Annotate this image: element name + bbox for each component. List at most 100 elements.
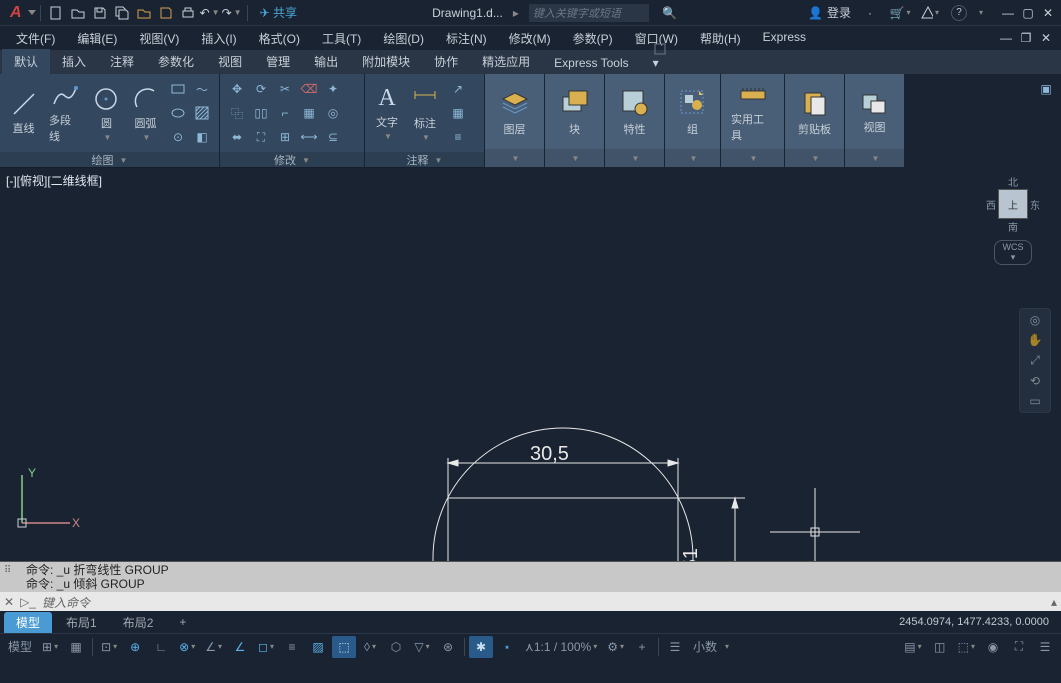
maximize-button[interactable]: ▢ (1019, 5, 1037, 21)
ribbon-tab-5[interactable]: 管理 (254, 49, 302, 74)
menu-视图(V)[interactable]: 视图(V) (129, 28, 189, 49)
mdi-close[interactable]: ✕ (1037, 30, 1055, 46)
ellipse-icon[interactable] (167, 102, 189, 124)
region-icon[interactable]: ◧ (191, 126, 213, 148)
rotate-icon[interactable]: ⟳ (250, 78, 272, 100)
orbit-icon[interactable]: ⟲ (1030, 374, 1040, 388)
cloud-open-icon[interactable] (135, 4, 153, 22)
selection-cycling-icon[interactable]: ⬚ (332, 636, 356, 658)
command-options-icon[interactable]: ▴ (1051, 595, 1057, 609)
line-button[interactable]: 直线 (6, 88, 41, 138)
layout-tab-1[interactable]: 布局1 (54, 612, 109, 633)
customization-icon[interactable]: ☰ (1033, 636, 1057, 658)
cloud-save-icon[interactable] (157, 4, 175, 22)
menu-标注(N)[interactable]: 标注(N) (436, 28, 497, 49)
dynamic-input-icon[interactable]: ⊕ (123, 636, 147, 658)
pan-icon[interactable]: ✋ (1028, 333, 1043, 347)
menu-文件(F)[interactable]: 文件(F) (6, 28, 65, 49)
ribbon-tab-0[interactable]: 默认 (2, 49, 50, 74)
coordinates-display[interactable]: 2454.0974, 1477.4233, 0.0000 (899, 616, 1057, 628)
properties-button[interactable]: 特性 (615, 85, 655, 139)
navigation-bar[interactable]: ◎ ✋ ⤢ ⟲ ▭ (1019, 308, 1051, 413)
quick-properties-icon[interactable]: ☰ (663, 636, 687, 658)
arrayrect-icon[interactable]: ⊞ (274, 126, 296, 148)
command-history[interactable]: ⠿ 命令: _u 折弯线性 GROUP 命令: _u 倾斜 GROUP (0, 562, 1061, 592)
mdi-minimize[interactable]: — (997, 30, 1015, 46)
circle-button[interactable]: 圆▼ (89, 83, 124, 144)
cart-icon[interactable]: 🛒▾ (891, 4, 909, 22)
ribbon-tab-3[interactable]: 参数化 (146, 49, 206, 74)
minimize-button[interactable]: — (999, 5, 1017, 21)
ribbon-tab-7[interactable]: 附加模块 (350, 49, 422, 74)
undo-icon[interactable]: ↶▼ (201, 4, 219, 22)
zoom-extents-icon[interactable]: ⤢ (1030, 353, 1040, 368)
close-button[interactable]: ✕ (1039, 5, 1057, 21)
hardware-accel-icon[interactable]: ⬚▾ (954, 636, 979, 658)
drawing-canvas[interactable]: [-][俯视][二维线框] 30,5 15,51 (0, 168, 1061, 561)
menu-绘图(D)[interactable]: 绘图(D) (373, 28, 434, 49)
menu-Express[interactable]: Express (753, 28, 816, 49)
mtext-icon[interactable]: ≡ (447, 126, 469, 148)
search-icon[interactable]: 🔍 (661, 4, 679, 22)
autoscale-icon[interactable]: ⋆ (495, 636, 519, 658)
lineweight-icon[interactable]: ≡ (280, 636, 304, 658)
copy-icon[interactable]: ⿻ (226, 102, 248, 124)
mdi-restore[interactable]: ❐ (1017, 30, 1035, 46)
polar-icon[interactable]: ⊗▾ (175, 636, 199, 658)
ribbon-collapse-icon[interactable]: ▣ (1035, 78, 1057, 100)
command-input[interactable]: 键入命令 (42, 594, 1045, 611)
new-icon[interactable] (47, 4, 65, 22)
arc-button[interactable]: 圆弧▼ (128, 83, 163, 144)
fillet-icon[interactable]: ⌐ (274, 102, 296, 124)
grid-icon[interactable]: ⊞▾ (38, 636, 62, 658)
align-icon[interactable]: ⊆ (322, 126, 344, 148)
ribbon-tab-10[interactable]: Express Tools (542, 52, 640, 74)
scale-icon[interactable]: ⛶ (250, 126, 272, 148)
move-icon[interactable]: ✥ (226, 78, 248, 100)
ribbon-tab-4[interactable]: 视图 (206, 49, 254, 74)
menu-帮助(H)[interactable]: 帮助(H) (690, 28, 751, 49)
polyline-button[interactable]: 多段线 (45, 80, 85, 146)
infer-icon[interactable]: ⊡▾ (97, 636, 121, 658)
view-button[interactable]: 视图 (855, 87, 895, 137)
offset-icon[interactable]: ◎ (322, 102, 344, 124)
ribbon-tab-2[interactable]: 注释 (98, 49, 146, 74)
menu-编辑(E)[interactable]: 编辑(E) (67, 28, 127, 49)
annotation-visibility-icon[interactable]: ✱ (469, 636, 493, 658)
save-icon[interactable] (91, 4, 109, 22)
array-icon[interactable]: ▦ (298, 102, 320, 124)
dynamic-ucs-icon[interactable]: ⬡ (384, 636, 408, 658)
point-icon[interactable]: ⊙ (167, 126, 189, 148)
viewcube[interactable]: 北 西 上 东 南 WCS ▾ (983, 174, 1043, 264)
menu-修改(M)[interactable]: 修改(M) (499, 28, 561, 49)
block-button[interactable]: 块 (555, 85, 595, 139)
menu-工具(T)[interactable]: 工具(T) (312, 28, 371, 49)
annotation-monitor-icon[interactable]: + (630, 636, 654, 658)
explode-icon[interactable]: ✦ (322, 78, 344, 100)
share-button[interactable]: ✈ 共享 (260, 4, 297, 21)
mirror-icon[interactable]: ▯▯ (250, 102, 272, 124)
layout-tab-2[interactable]: 布局2 (111, 612, 166, 633)
ribbon-tab-9[interactable]: 精选应用 (470, 49, 542, 74)
otrack-icon[interactable]: ∠ (228, 636, 252, 658)
filter-icon[interactable]: ▽▾ (410, 636, 434, 658)
leader-icon[interactable]: ↗ (447, 78, 469, 100)
lock-ui-icon[interactable]: ▤▾ (900, 636, 925, 658)
ribbon-tab-1[interactable]: 插入 (50, 49, 98, 74)
add-layout-button[interactable]: + (167, 613, 198, 631)
table-icon[interactable]: ▦ (447, 102, 469, 124)
saveas-icon[interactable] (113, 4, 131, 22)
annotation-scale-icon[interactable]: ⋏ 1:1 / 100% ▾ (521, 636, 601, 658)
redo-icon[interactable]: ↷▼ (223, 4, 241, 22)
menu-格式(O)[interactable]: 格式(O) (249, 28, 310, 49)
model-space-button[interactable]: 模型 (4, 636, 36, 658)
spline-icon[interactable]: ～ (191, 78, 213, 100)
rectangle-icon[interactable] (167, 78, 189, 100)
text-button[interactable]: A文字▼ (371, 83, 403, 143)
menu-参数(P)[interactable]: 参数(P) (563, 28, 623, 49)
stretch-icon[interactable]: ⬌ (226, 126, 248, 148)
transparency-icon[interactable]: ▨ (306, 636, 330, 658)
help-icon[interactable]: ? (951, 5, 967, 21)
command-close-icon[interactable]: ✕ (4, 595, 14, 609)
group-button[interactable]: 组 (673, 85, 713, 139)
